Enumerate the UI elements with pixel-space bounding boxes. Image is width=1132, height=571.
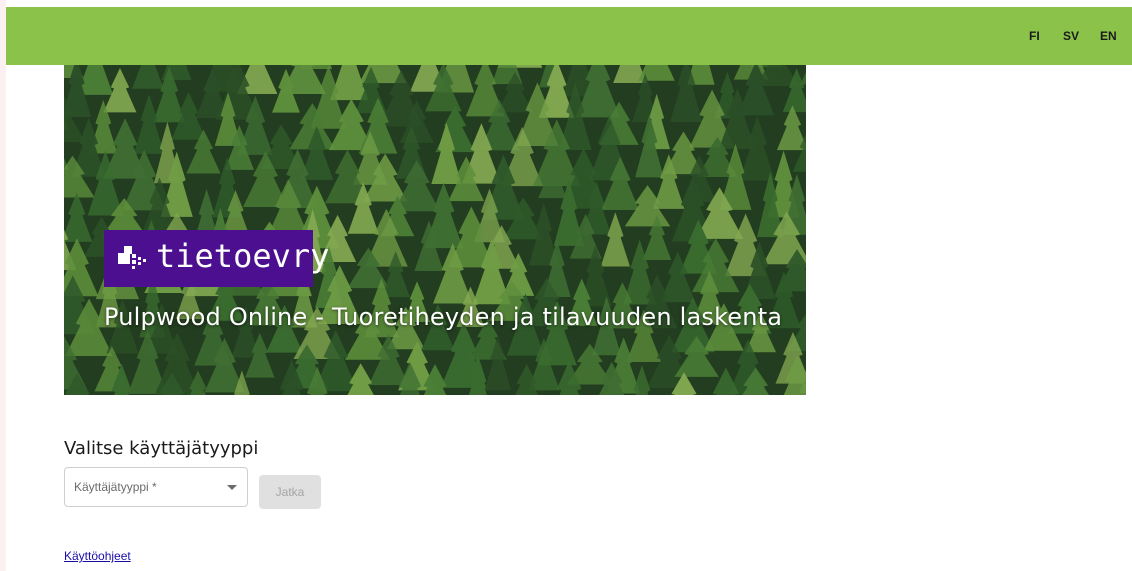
dropdown-arrow-icon bbox=[227, 485, 237, 490]
logo-wordmark: tietoevry bbox=[156, 237, 330, 275]
user-type-select[interactable]: Käyttäjätyyppi * bbox=[64, 467, 248, 507]
user-guide-link[interactable]: Käyttöohjeet bbox=[64, 549, 131, 563]
top-bar: FI SV EN bbox=[6, 7, 1132, 65]
forest-banner: tietoevry Pulpwood Online - Tuoretiheyde… bbox=[64, 65, 806, 395]
banner-title: Pulpwood Online - Tuoretiheyden ja tilav… bbox=[104, 303, 783, 331]
page-heading: Valitse käyttäjätyyppi bbox=[64, 437, 259, 459]
tietoevry-logo: tietoevry bbox=[104, 230, 329, 287]
continue-button[interactable]: Jatka bbox=[259, 475, 321, 509]
left-edge-strip bbox=[0, 0, 6, 571]
language-en[interactable]: EN bbox=[1100, 7, 1117, 65]
user-type-select-label: Käyttäjätyyppi * bbox=[74, 480, 157, 494]
language-fi[interactable]: FI bbox=[1029, 7, 1040, 65]
language-sv[interactable]: SV bbox=[1063, 7, 1079, 65]
tietoevry-logo-icon bbox=[118, 246, 146, 269]
